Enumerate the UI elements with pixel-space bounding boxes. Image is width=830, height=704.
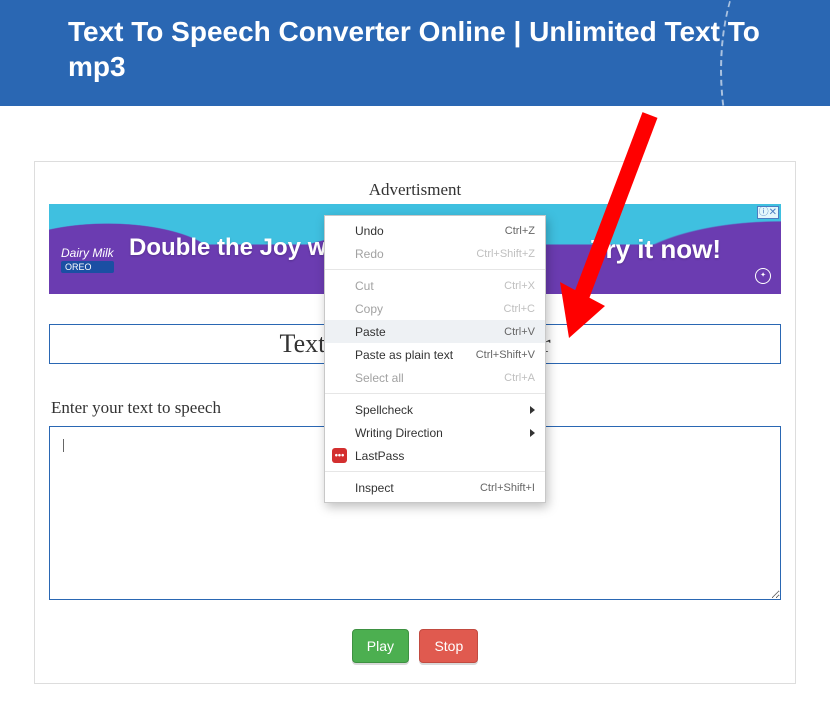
chevron-right-icon: [530, 429, 535, 437]
context-menu-shortcut: Ctrl+Shift+I: [480, 482, 535, 494]
context-menu-label: Select all: [355, 371, 504, 385]
page-title: Text To Speech Converter Online | Unlimi…: [68, 14, 762, 84]
context-menu-shortcut: Ctrl+A: [504, 372, 535, 384]
context-menu-item-copy: CopyCtrl+C: [325, 297, 545, 320]
context-menu-label: Cut: [355, 279, 504, 293]
context-menu-shortcut: Ctrl+Shift+Z: [476, 248, 535, 260]
ad-brand-logo: Dairy Milk OREO: [61, 246, 114, 273]
context-menu-item-spellcheck[interactable]: Spellcheck: [325, 398, 545, 421]
button-row: Play Stop: [49, 629, 781, 663]
play-button[interactable]: Play: [352, 629, 409, 663]
context-menu-shortcut: Ctrl+Shift+V: [476, 349, 535, 361]
ad-choices-icon[interactable]: ✦: [755, 268, 771, 284]
advertisement-label: Advertisment: [49, 180, 781, 200]
context-menu-label: Paste as plain text: [355, 348, 476, 362]
context-menu-label: LastPass: [355, 449, 535, 463]
chevron-right-icon: [530, 406, 535, 414]
context-menu-shortcut: Ctrl+C: [504, 303, 535, 315]
ad-headline-left: Double the Joy w: [129, 234, 326, 262]
context-menu-label: Undo: [355, 224, 505, 238]
context-menu-label: Copy: [355, 302, 504, 316]
context-menu-label: Paste: [355, 325, 504, 339]
ad-headline-right: Try it now!: [591, 234, 721, 265]
page-header: Text To Speech Converter Online | Unlimi…: [0, 0, 830, 106]
context-menu-item-paste[interactable]: PasteCtrl+V: [325, 320, 545, 343]
context-menu-label: Inspect: [355, 481, 480, 495]
context-menu-item-lastpass[interactable]: ••• LastPass: [325, 444, 545, 467]
context-menu-shortcut: Ctrl+V: [504, 326, 535, 338]
context-menu-item-inspect[interactable]: InspectCtrl+Shift+I: [325, 476, 545, 499]
context-menu-shortcut: Ctrl+X: [504, 280, 535, 292]
context-menu-item-cut: CutCtrl+X: [325, 274, 545, 297]
context-menu-item-paste-as-plain-text[interactable]: Paste as plain textCtrl+Shift+V: [325, 343, 545, 366]
context-menu-separator: [325, 471, 545, 472]
context-menu-shortcut: Ctrl+Z: [505, 225, 535, 237]
context-menu-separator: [325, 269, 545, 270]
context-menu-label: Writing Direction: [355, 426, 530, 440]
stop-button[interactable]: Stop: [419, 629, 478, 663]
ad-info-close-icon[interactable]: ⓘ✕: [757, 206, 779, 219]
context-menu-label: Redo: [355, 247, 476, 261]
context-menu[interactable]: UndoCtrl+ZRedoCtrl+Shift+ZCutCtrl+XCopyC…: [324, 215, 546, 503]
context-menu-label: Spellcheck: [355, 403, 530, 417]
header-decoration: [720, 0, 830, 106]
context-menu-item-select-all: Select allCtrl+A: [325, 366, 545, 389]
context-menu-item-undo[interactable]: UndoCtrl+Z: [325, 219, 545, 242]
context-menu-separator: [325, 393, 545, 394]
lastpass-icon: •••: [332, 448, 347, 463]
context-menu-item-writing-direction[interactable]: Writing Direction: [325, 421, 545, 444]
context-menu-item-redo: RedoCtrl+Shift+Z: [325, 242, 545, 265]
